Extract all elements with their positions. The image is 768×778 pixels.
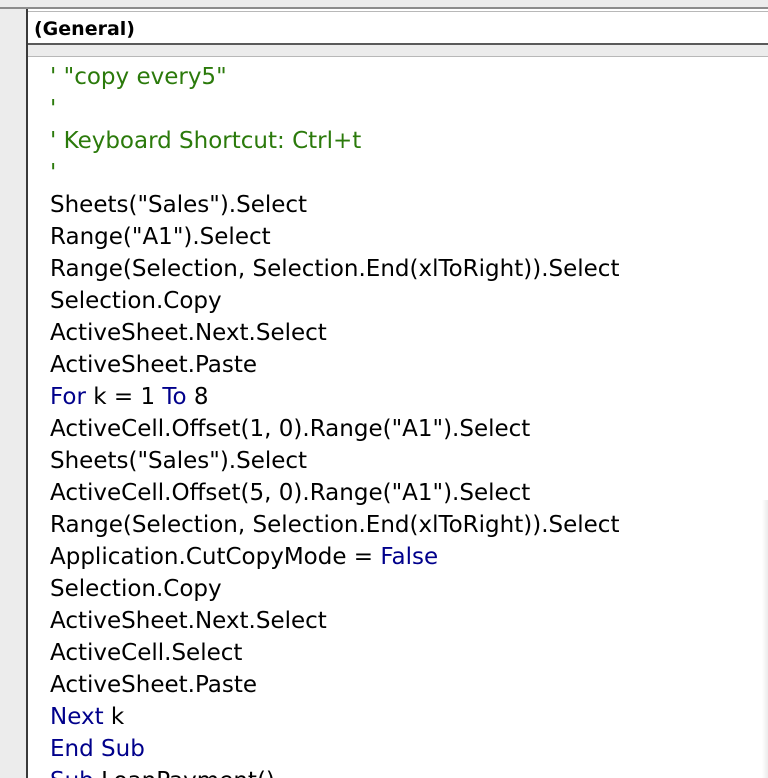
code-line[interactable]: ' bbox=[50, 157, 56, 189]
dropdown-divider-band bbox=[28, 45, 768, 57]
window-edge-shadow bbox=[762, 500, 768, 778]
code-text: k bbox=[103, 704, 125, 730]
code-text: Sheets("Sales").Select bbox=[50, 192, 308, 218]
code-line[interactable]: Next k bbox=[50, 701, 124, 733]
code-text: Range(Selection, Selection.End(xlToRight… bbox=[50, 512, 620, 538]
code-text: ActiveSheet.Next.Select bbox=[50, 320, 327, 346]
code-line[interactable]: ActiveSheet.Next.Select bbox=[50, 605, 327, 637]
code-text: 8 bbox=[186, 384, 209, 410]
code-line[interactable]: ActiveCell.Select bbox=[50, 637, 242, 669]
code-line[interactable]: Selection.Copy bbox=[50, 285, 222, 317]
code-text: Sheets("Sales").Select bbox=[50, 448, 308, 474]
object-dropdown[interactable]: (General) bbox=[28, 11, 768, 45]
code-keyword: End Sub bbox=[50, 736, 145, 762]
code-text: Application.CutCopyMode = bbox=[50, 544, 381, 570]
code-line[interactable]: Sheets("Sales").Select bbox=[50, 189, 307, 221]
code-comment: ' bbox=[50, 96, 57, 122]
code-line[interactable]: ' Keyboard Shortcut: Ctrl+t bbox=[50, 125, 361, 157]
code-comment: ' bbox=[50, 160, 57, 186]
code-line[interactable]: End Sub bbox=[50, 733, 145, 765]
object-dropdown-value: (General) bbox=[34, 18, 135, 40]
code-text: Selection.Copy bbox=[50, 288, 222, 314]
code-text: k = 1 bbox=[85, 384, 163, 410]
code-keyword: Sub bbox=[50, 768, 94, 778]
code-line[interactable]: Sheets("Sales").Select bbox=[50, 445, 307, 477]
code-text: ActiveSheet.Paste bbox=[50, 352, 258, 378]
code-keyword: False bbox=[380, 544, 439, 570]
code-line[interactable]: ActiveCell.Offset(1, 0).Range("A1").Sele… bbox=[50, 413, 530, 445]
code-keyword: Next bbox=[50, 704, 104, 730]
code-editor[interactable]: ' "copy every5" ' ' Keyboard Shortcut: Ctr… bbox=[28, 57, 768, 778]
code-line[interactable]: For k = 1 To 8 bbox=[50, 381, 209, 413]
code-line[interactable]: ActiveSheet.Paste bbox=[50, 349, 257, 381]
code-line[interactable]: ActiveSheet.Next.Select bbox=[50, 317, 327, 349]
code-line[interactable]: Sub LoanPayment() bbox=[50, 765, 275, 778]
code-text: LoanPayment() bbox=[94, 768, 275, 778]
code-line[interactable]: ' bbox=[50, 93, 56, 125]
code-text: ActiveSheet.Paste bbox=[50, 672, 258, 698]
vba-code-window: (General) ' "copy every5" ' ' Keyboard Sho… bbox=[0, 0, 768, 778]
code-keyword: To bbox=[162, 384, 187, 410]
code-line[interactable]: ' "copy every5" bbox=[50, 61, 227, 93]
code-text: ActiveCell.Offset(5, 0).Range("A1").Sele… bbox=[50, 480, 531, 506]
window-top-strip bbox=[0, 0, 768, 9]
code-text: Selection.Copy bbox=[50, 576, 222, 602]
code-line[interactable]: Application.CutCopyMode = False bbox=[50, 541, 438, 573]
code-line[interactable]: ActiveCell.Offset(5, 0).Range("A1").Sele… bbox=[50, 477, 530, 509]
code-text: ActiveCell.Select bbox=[50, 640, 243, 666]
code-comment: ' Keyboard Shortcut: Ctrl+t bbox=[50, 128, 362, 154]
code-text: ActiveCell.Offset(1, 0).Range("A1").Sele… bbox=[50, 416, 531, 442]
code-text: ActiveSheet.Next.Select bbox=[50, 608, 327, 634]
code-line[interactable]: ActiveSheet.Paste bbox=[50, 669, 257, 701]
code-line[interactable]: Selection.Copy bbox=[50, 573, 222, 605]
code-comment: ' "copy every5" bbox=[50, 64, 227, 90]
code-line[interactable]: Range(Selection, Selection.End(xlToRight… bbox=[50, 509, 619, 541]
code-line[interactable]: Range("A1").Select bbox=[50, 221, 271, 253]
code-line[interactable]: Range(Selection, Selection.End(xlToRight… bbox=[50, 253, 619, 285]
code-keyword: For bbox=[50, 384, 86, 410]
margin-indicator-bar[interactable] bbox=[0, 9, 26, 778]
code-text: Range("A1").Select bbox=[50, 224, 271, 250]
code-text: Range(Selection, Selection.End(xlToRight… bbox=[50, 256, 620, 282]
